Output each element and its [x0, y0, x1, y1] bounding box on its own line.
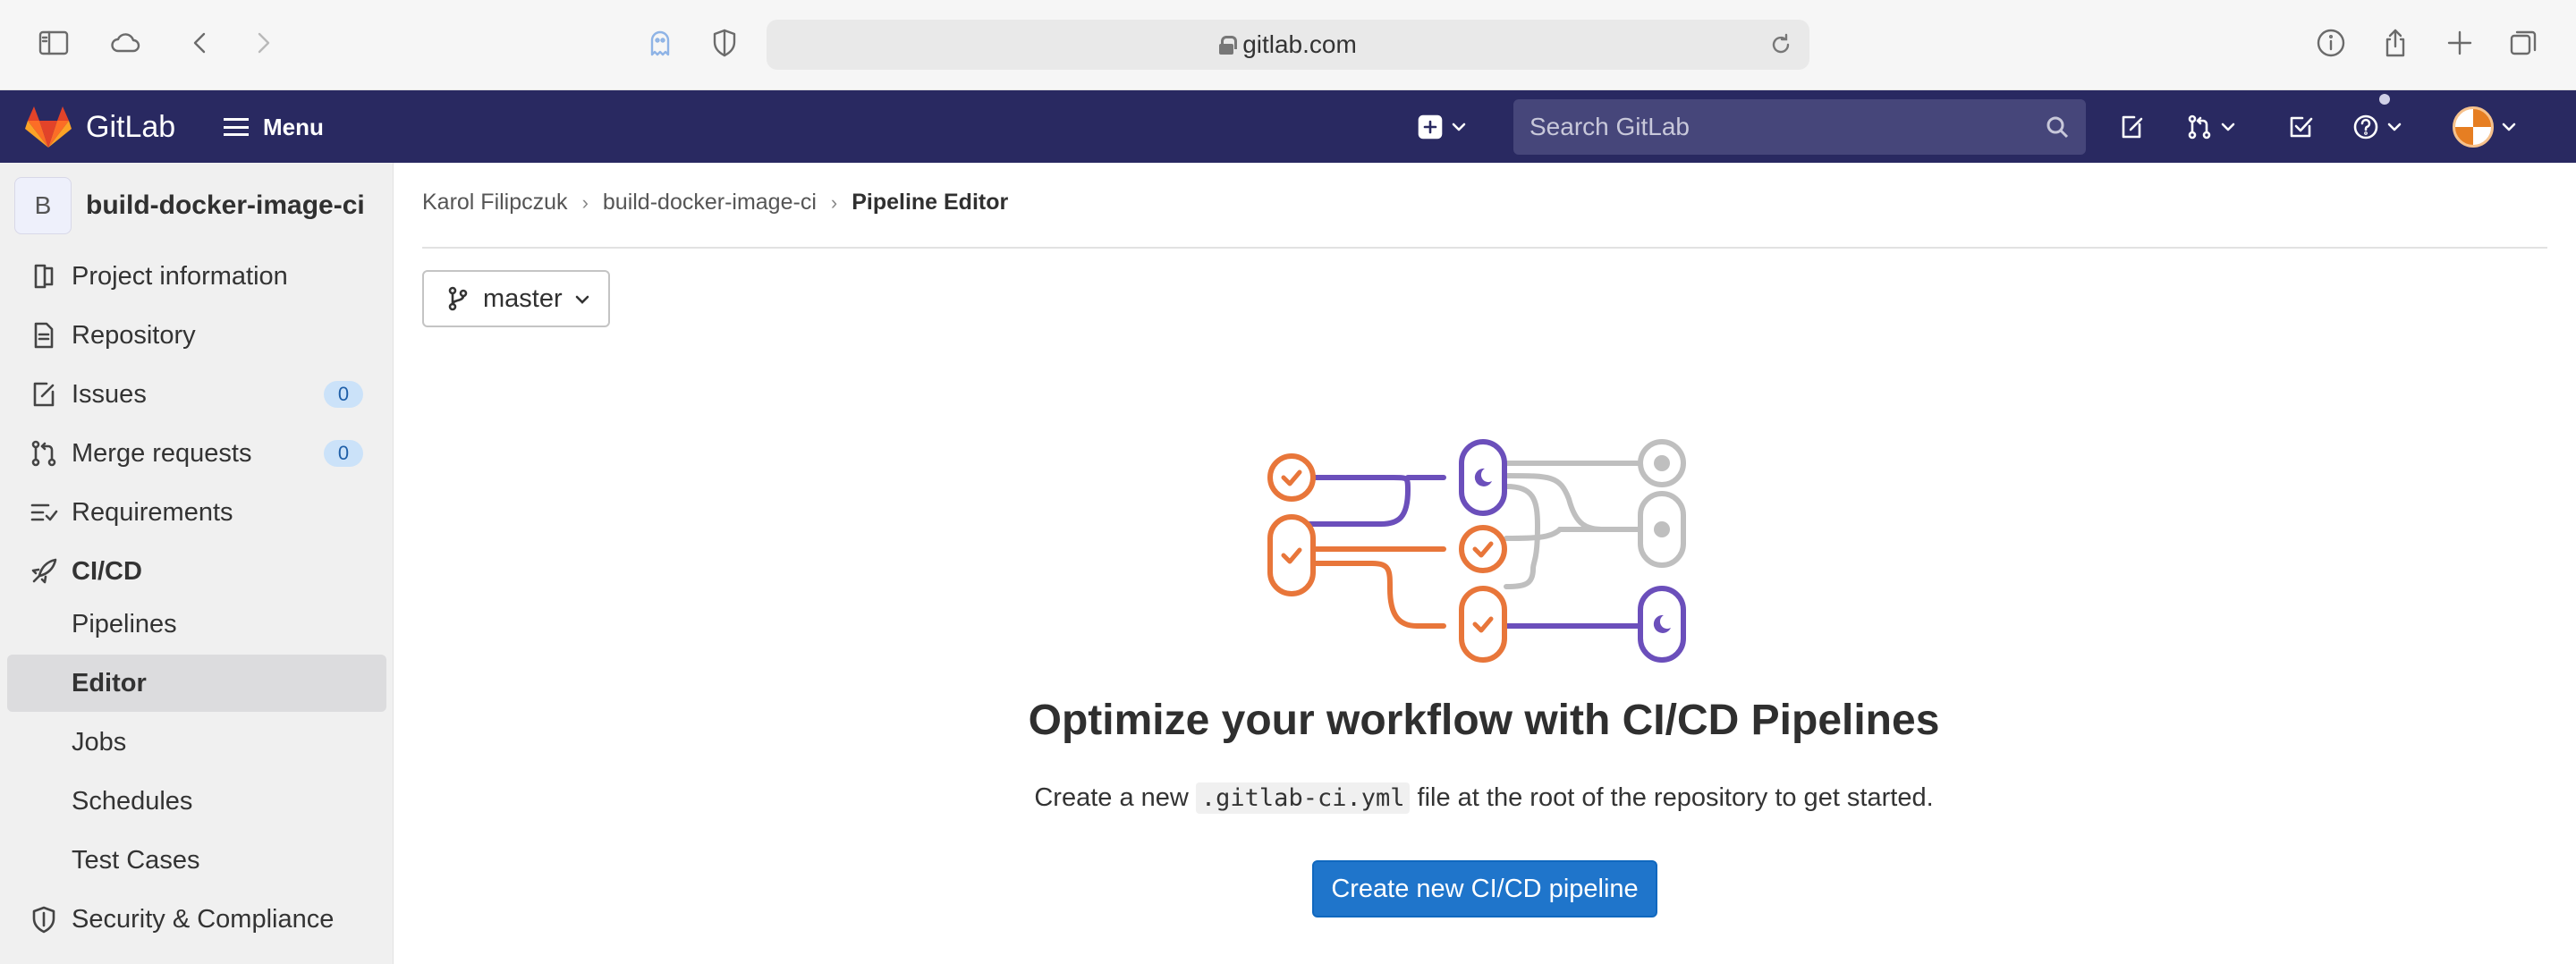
breadcrumb: Karol Filipczuk › build-docker-image-ci …	[422, 190, 1008, 216]
merge-requests-count-badge: 0	[324, 440, 363, 467]
sidebar-item-requirements[interactable]: Requirements	[0, 485, 394, 540]
menu-button[interactable]: Menu	[224, 108, 324, 146]
merge-request-icon	[2188, 114, 2211, 140]
sidebar-item-label: Repository	[72, 320, 196, 350]
url-text: gitlab.com	[1242, 30, 1357, 58]
cloud-icon[interactable]	[107, 25, 143, 61]
sidebar-item-security-compliance[interactable]: Security & Compliance	[0, 892, 394, 947]
sidebar-toggle-icon[interactable]	[36, 25, 72, 61]
address-bar[interactable]: gitlab.com	[767, 20, 1809, 70]
user-menu-button[interactable]	[2453, 106, 2517, 148]
doc-icon	[29, 320, 59, 351]
sidebar-item-label: Issues	[72, 379, 147, 409]
branch-selector[interactable]: master	[422, 270, 610, 327]
menu-label: Menu	[263, 113, 324, 140]
requirements-icon	[29, 497, 59, 528]
sidebar-item-label: Security & Compliance	[72, 904, 335, 934]
sidebar-item-repository[interactable]: Repository	[0, 308, 394, 363]
chevron-down-icon	[2221, 123, 2235, 131]
lock-icon	[1219, 36, 1238, 55]
todo-icon	[2290, 116, 2313, 138]
issues-icon	[29, 379, 59, 410]
forward-icon[interactable]	[245, 25, 281, 61]
search-input[interactable]	[1530, 113, 2030, 141]
new-tab-icon[interactable]	[2442, 25, 2478, 61]
plus-square-icon	[1418, 114, 1443, 140]
sidebar-subitem-test-cases[interactable]: Test Cases	[7, 832, 386, 889]
todos-nav-button[interactable]	[2287, 108, 2314, 146]
sidebar-item-label: CI/CD	[72, 556, 142, 586]
reload-icon[interactable]	[1768, 32, 1793, 57]
search-icon[interactable]	[2045, 114, 2070, 144]
project-name: build-docker-image-ci	[86, 190, 365, 220]
gitlab-top-nav: GitLab Menu	[0, 90, 2576, 163]
shield-icon	[29, 904, 59, 934]
sidebar-item-cicd[interactable]: CI/CD	[0, 544, 394, 599]
merge-request-icon	[29, 438, 59, 469]
sidebar-subitem-pipelines[interactable]: Pipelines	[7, 596, 386, 653]
tabs-overview-icon[interactable]	[2506, 25, 2542, 61]
project-avatar: B	[14, 177, 72, 234]
chevron-down-icon	[1452, 123, 1466, 131]
chevron-right-icon: ›	[830, 190, 838, 214]
brand-name: GitLab	[86, 109, 176, 144]
hamburger-icon	[224, 118, 249, 136]
sidebar-item-merge-requests[interactable]: Merge requests 0	[0, 426, 394, 481]
branch-name: master	[483, 283, 563, 313]
sidebar-item-project-information[interactable]: Project information	[0, 249, 394, 304]
chevron-down-icon	[2502, 123, 2516, 131]
branch-icon	[448, 286, 468, 311]
desc-text-before: Create a new	[1034, 783, 1189, 812]
pipeline-illustration	[1267, 439, 1686, 663]
project-header[interactable]: B build-docker-image-ci	[14, 177, 365, 234]
help-icon	[2353, 114, 2378, 140]
desc-text-after: file at the root of the repository to ge…	[1417, 783, 1934, 812]
header-divider	[422, 247, 2547, 249]
help-button[interactable]	[2352, 108, 2402, 146]
merge-requests-nav-button[interactable]	[2186, 108, 2236, 146]
issues-count-badge: 0	[324, 381, 363, 408]
tanuki-icon	[25, 106, 72, 148]
project-icon	[29, 261, 59, 292]
new-dropdown-button[interactable]	[1417, 108, 1467, 146]
info-icon[interactable]	[2313, 25, 2349, 61]
search-box[interactable]	[1513, 99, 2086, 155]
share-icon[interactable]	[2377, 25, 2413, 61]
sidebar-item-issues[interactable]: Issues 0	[0, 367, 394, 422]
breadcrumb-item[interactable]: Karol Filipczuk	[422, 190, 568, 216]
ghost-icon[interactable]	[642, 25, 678, 61]
browser-toolbar: gitlab.com	[0, 0, 2576, 90]
gitlab-logo[interactable]: GitLab	[25, 105, 175, 149]
chevron-down-icon	[2387, 123, 2402, 131]
chevron-down-icon	[575, 295, 589, 304]
empty-state-title: Optimize your workflow with CI/CD Pipeli…	[1028, 697, 1940, 744]
sidebar-item-label: Project information	[72, 261, 288, 291]
chevron-right-icon: ›	[581, 190, 589, 214]
issues-nav-button[interactable]	[2118, 108, 2145, 146]
user-avatar	[2453, 106, 2494, 148]
notification-dot	[2379, 94, 2390, 105]
issues-icon	[2122, 115, 2143, 139]
back-icon[interactable]	[182, 25, 218, 61]
sidebar-item-label: Requirements	[72, 497, 233, 527]
rocket-icon	[29, 556, 59, 587]
breadcrumb-item[interactable]: build-docker-image-ci	[603, 190, 817, 216]
desc-code-filename: .gitlab-ci.yml	[1195, 782, 1411, 814]
empty-state-description: Create a new .gitlab-ci.yml file at the …	[0, 782, 2576, 814]
sidebar-item-label: Merge requests	[72, 438, 252, 468]
shield-icon[interactable]	[707, 25, 742, 61]
project-sidebar: B build-docker-image-ci Project informat…	[0, 163, 394, 964]
breadcrumb-current[interactable]: Pipeline Editor	[852, 190, 1008, 216]
create-pipeline-button[interactable]: Create new CI/CD pipeline	[1312, 860, 1657, 917]
